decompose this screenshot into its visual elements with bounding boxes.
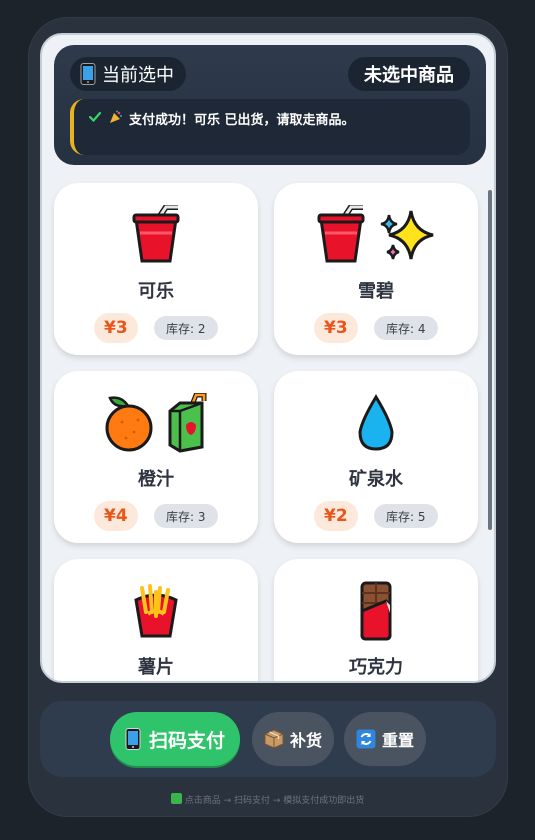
control-panel: 扫码支付 补货 重置 [40, 701, 496, 777]
water-drop-icon [358, 394, 394, 451]
cup-with-straw-icon [132, 205, 180, 263]
product-card-chocolate[interactable]: 巧克力 [274, 559, 478, 681]
footer-hint: 点击商品 → 扫码支付 → 模拟支付成功即出货 [0, 793, 535, 806]
product-grid: 可乐 ¥3 库存: 2 雪碧 ¥3 库存: 4 橙汁 ¥4 库存: 3 矿泉水 … [54, 183, 482, 681]
sparkles-icon [380, 210, 434, 260]
product-stock: 库存: 5 [374, 504, 438, 528]
checkbox-icon [170, 793, 182, 804]
product-card-orange-juice[interactable]: 橙汁 ¥4 库存: 3 [54, 371, 258, 543]
fries-icon [134, 584, 178, 638]
footer-hint-text: 点击商品 → 扫码支付 → 模拟支付成功即出货 [184, 796, 365, 806]
product-card-sprite[interactable]: 雪碧 ¥3 库存: 4 [274, 183, 478, 355]
phone-icon [80, 63, 96, 85]
product-card-cola[interactable]: 可乐 ¥3 库存: 2 [54, 183, 258, 355]
status-message: 支付成功！可乐 已出货，请取走商品。 [70, 99, 470, 155]
product-name: 橙汁 [138, 469, 174, 490]
current-selection-label: 当前选中 [102, 65, 174, 86]
product-card-water[interactable]: 矿泉水 ¥2 库存: 5 [274, 371, 478, 543]
vending-machine: 当前选中 未选中商品 支付成功！可乐 已出货，请取走商品。 可乐 ¥3 库存: … [28, 17, 508, 817]
product-card-chips[interactable]: 薯片 [54, 559, 258, 681]
reset-button[interactable]: 重置 [344, 712, 426, 766]
scan-pay-label: 扫码支付 [148, 729, 225, 752]
cup-with-straw-icon [317, 205, 365, 263]
juice-box-icon [168, 393, 207, 453]
product-stock: 库存: 4 [374, 316, 438, 340]
restock-label: 补货 [289, 731, 322, 750]
phone-icon [125, 728, 141, 750]
product-name: 巧克力 [349, 657, 403, 678]
reset-label: 重置 [381, 731, 414, 750]
orange-icon [105, 396, 153, 452]
product-name: 矿泉水 [349, 469, 403, 490]
status-message-text: 支付成功！可乐 已出货，请取走商品。 [129, 113, 355, 128]
scan-pay-button[interactable]: 扫码支付 [110, 712, 240, 766]
scrollbar[interactable] [488, 190, 492, 530]
selected-product-value: 未选中商品 [348, 57, 470, 91]
chocolate-bar-icon [360, 581, 392, 641]
product-name: 雪碧 [358, 281, 394, 302]
package-icon [264, 729, 284, 749]
product-stock: 库存: 3 [154, 504, 218, 528]
product-screen: 当前选中 未选中商品 支付成功！可乐 已出货，请取走商品。 可乐 ¥3 库存: … [40, 33, 496, 683]
check-icon [88, 111, 102, 123]
current-selection-pill: 当前选中 [70, 57, 186, 91]
product-price: ¥3 [314, 313, 358, 343]
product-price: ¥4 [94, 501, 138, 531]
status-panel: 当前选中 未选中商品 支付成功！可乐 已出货，请取走商品。 [54, 45, 486, 165]
product-price: ¥3 [94, 313, 138, 343]
product-name: 可乐 [138, 281, 174, 302]
product-stock: 库存: 2 [154, 316, 218, 340]
product-name: 薯片 [138, 657, 174, 678]
refresh-icon [356, 729, 376, 749]
party-popper-icon [110, 110, 122, 123]
product-price: ¥2 [314, 501, 358, 531]
restock-button[interactable]: 补货 [252, 712, 334, 766]
